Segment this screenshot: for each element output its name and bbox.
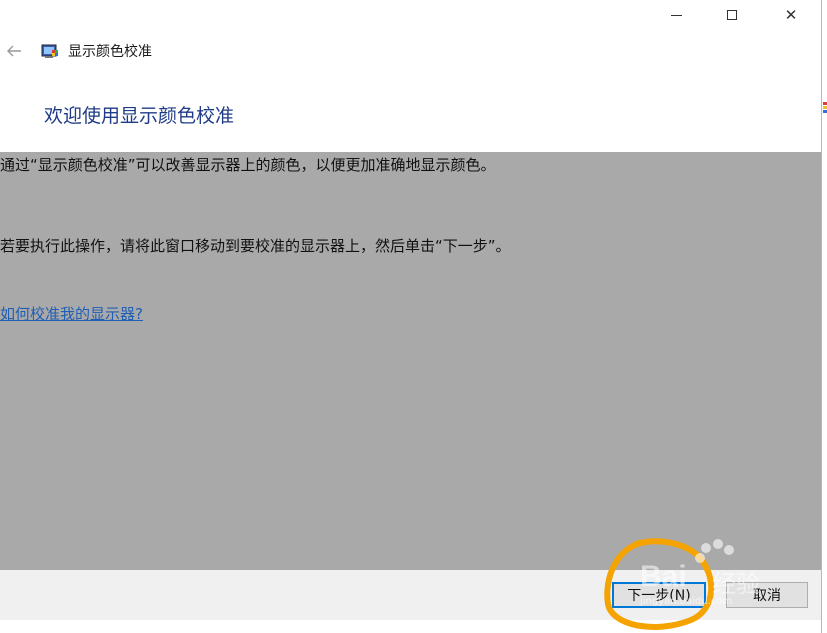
instruction-paragraph: 若要执行此操作，请将此窗口移动到要校准的显示器上，然后单击“下一步”。 <box>0 237 511 255</box>
intro-paragraph: 通过“显示颜色校准”可以改善显示器上的颜色，以便更加准确地显示颜色。 <box>0 156 496 174</box>
background-mark <box>823 106 827 109</box>
content-area: 通过“显示颜色校准”可以改善显示器上的颜色，以便更加准确地显示颜色。 若要执行此… <box>0 152 821 570</box>
footer-bottom-strip <box>0 620 827 633</box>
next-button[interactable]: 下一步(N) <box>612 582 706 608</box>
maximize-icon <box>727 10 737 20</box>
back-arrow-icon[interactable] <box>5 42 23 60</box>
page-heading: 欢迎使用显示颜色校准 <box>44 105 235 127</box>
minimize-icon <box>670 14 682 16</box>
minimize-button[interactable] <box>647 0 705 30</box>
maximize-button[interactable] <box>703 0 761 30</box>
background-mark <box>823 110 827 113</box>
background-strip <box>822 0 827 633</box>
close-button[interactable]: ✕ <box>762 0 820 30</box>
close-icon: ✕ <box>784 6 798 24</box>
display-color-calibration-icon <box>41 44 58 58</box>
calibration-window: ✕ 显示颜色校准 欢迎使用显示颜色校准 通过“显示颜色校准”可以改善显示器上的颜… <box>0 0 827 633</box>
cancel-button[interactable]: 取消 <box>726 582 808 608</box>
window-title: 显示颜色校准 <box>68 44 152 60</box>
help-link[interactable]: 如何校准我的显示器? <box>0 303 143 325</box>
background-mark <box>823 102 827 105</box>
